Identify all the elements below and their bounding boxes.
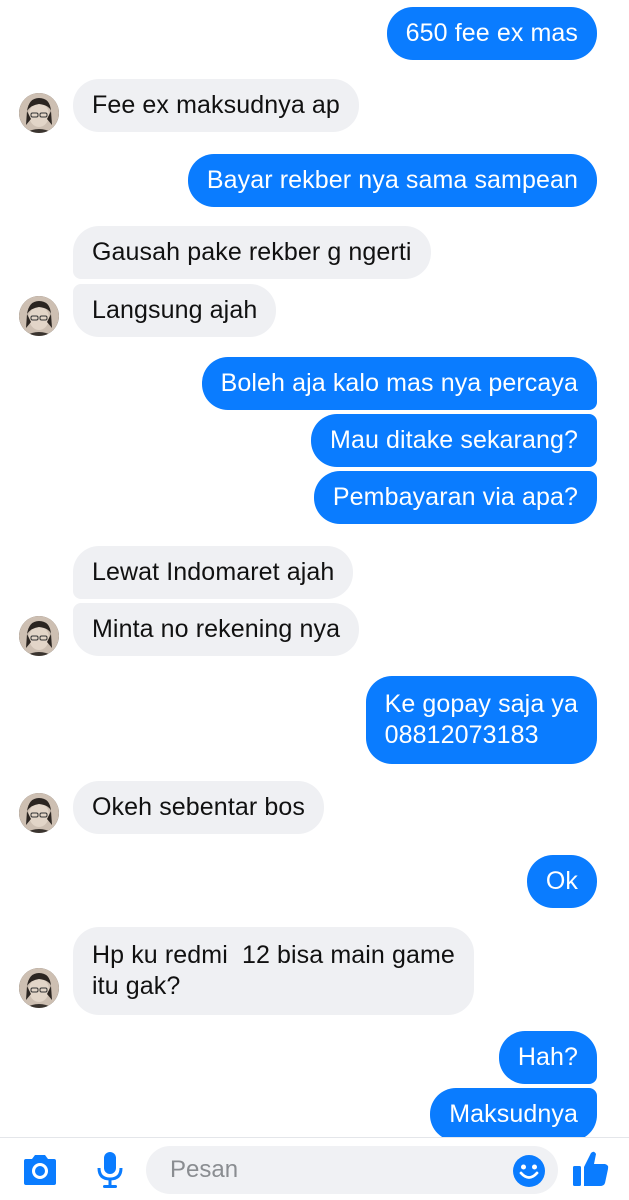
contact-avatar[interactable] <box>19 93 59 133</box>
microphone-icon[interactable] <box>96 1150 124 1190</box>
camera-icon[interactable] <box>20 1152 60 1188</box>
message-bubble-incoming[interactable]: Lewat Indomaret ajah <box>73 546 354 599</box>
message-bubble-incoming[interactable]: Okeh sebentar bos <box>73 781 324 834</box>
emoji-icon[interactable] <box>512 1154 546 1188</box>
message-bubble-incoming[interactable]: Gausah pake rekber g ngerti <box>73 226 431 279</box>
message-bubble-outgoing[interactable]: Bayar rekber nya sama sampean <box>187 154 597 207</box>
message-bubble-outgoing[interactable]: Maksudnya <box>430 1088 597 1137</box>
message-thread[interactable]: 650 fee ex mas Fee ex maksudnya ap Bayar… <box>0 0 629 1137</box>
message-composer <box>0 1137 629 1200</box>
message-bubble-outgoing[interactable]: 650 fee ex mas <box>386 7 597 60</box>
message-bubble-incoming[interactable]: Fee ex maksudnya ap <box>73 79 359 132</box>
message-input-container[interactable] <box>146 1146 558 1194</box>
message-bubble-incoming[interactable]: Hp ku redmi 12 bisa main game itu gak? <box>73 927 474 1015</box>
contact-avatar[interactable] <box>19 296 59 336</box>
contact-avatar[interactable] <box>19 616 59 656</box>
message-bubble-outgoing[interactable]: Hah? <box>498 1031 597 1084</box>
message-input[interactable] <box>170 1153 500 1187</box>
message-bubble-outgoing[interactable]: Ok <box>526 855 597 908</box>
message-bubble-outgoing[interactable]: Boleh aja kalo mas nya percaya <box>201 357 597 410</box>
message-bubble-incoming[interactable]: Minta no rekening nya <box>73 603 360 656</box>
contact-avatar[interactable] <box>19 968 59 1008</box>
message-bubble-outgoing[interactable]: Mau ditake sekarang? <box>311 414 597 467</box>
message-bubble-outgoing[interactable]: Ke gopay saja ya 08812073183 <box>365 676 597 764</box>
message-bubble-incoming[interactable]: Langsung ajah <box>73 284 277 337</box>
thumbs-up-icon[interactable] <box>570 1148 612 1190</box>
message-bubble-outgoing[interactable]: Pembayaran via apa? <box>313 471 597 524</box>
contact-avatar[interactable] <box>19 793 59 833</box>
